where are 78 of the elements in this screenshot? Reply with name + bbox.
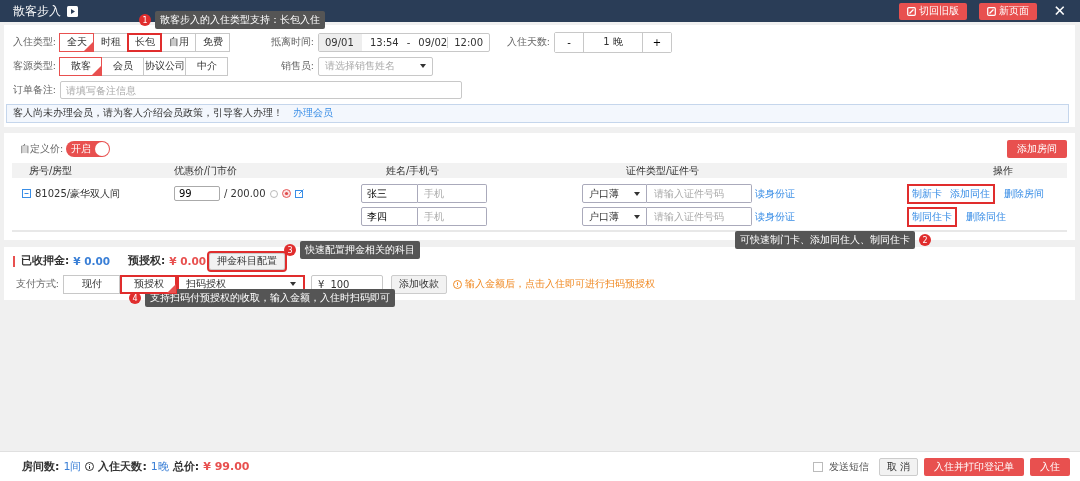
option-button[interactable]: 免费 bbox=[195, 32, 230, 52]
price-field[interactable]: 99 bbox=[174, 186, 220, 201]
deposit-config-button[interactable]: 押金科目配置 bbox=[209, 252, 286, 270]
payment-option[interactable]: 现付 bbox=[63, 274, 120, 294]
column-header: 证件类型/证件号 bbox=[625, 163, 701, 178]
play-icon[interactable] bbox=[67, 5, 78, 17]
option-button[interactable]: 散客 bbox=[59, 56, 102, 76]
remark-field[interactable]: 请填写备注信息 bbox=[60, 81, 462, 99]
payment-option[interactable]: 预授权 bbox=[120, 274, 177, 294]
option-button[interactable]: 全天 bbox=[59, 32, 94, 52]
window-title: 散客步入 bbox=[13, 2, 61, 20]
name-field[interactable]: 李四 bbox=[361, 207, 418, 226]
column-header: 房号/房型 bbox=[28, 163, 74, 178]
field-label: 客源类型: bbox=[11, 59, 57, 73]
option-button[interactable]: 中介 bbox=[185, 56, 228, 76]
toggle-switch[interactable]: 开启 bbox=[66, 141, 111, 157]
notice-text: 客人尚未办理会员，请为客人介绍会员政策，引导客人办理！ bbox=[13, 107, 283, 120]
name-field[interactable]: 张三 bbox=[361, 184, 418, 203]
sms-label: 发送短信 bbox=[828, 459, 869, 474]
id-number-field[interactable]: 请输入证件号码 bbox=[647, 207, 752, 226]
close-button[interactable]: ✕ bbox=[1049, 2, 1070, 20]
add-payment-button[interactable]: 添加收款 bbox=[391, 274, 447, 294]
field-label: 销售员: bbox=[279, 59, 315, 73]
warning-icon bbox=[453, 279, 462, 289]
room-count: 1间 bbox=[63, 459, 82, 474]
room-count-label: 房间数: bbox=[22, 459, 60, 474]
days-count: 1晚 bbox=[150, 459, 169, 474]
action-link[interactable]: 添加同住 bbox=[950, 186, 990, 201]
tooltip: 散客步入的入住类型支持：长包入住 bbox=[155, 11, 325, 29]
collapse-icon[interactable] bbox=[22, 189, 31, 198]
option-button[interactable]: 会员 bbox=[101, 56, 144, 76]
option-button[interactable]: 协议公司 bbox=[143, 56, 186, 76]
option-button[interactable]: 长包 bbox=[127, 32, 162, 52]
deposit-label: 已收押金: bbox=[21, 254, 70, 268]
header-button[interactable]: 新页面 bbox=[979, 2, 1038, 20]
column-header: 优惠价/门市价 bbox=[174, 163, 239, 178]
edit-icon[interactable] bbox=[294, 189, 304, 198]
header-button[interactable]: 切回旧版 bbox=[899, 2, 968, 20]
add-room-button[interactable]: 添加房间 bbox=[1007, 140, 1067, 158]
date-range-field[interactable]: 09/01 13:54 - 09/02 12:00 bbox=[318, 32, 490, 52]
info-icon bbox=[269, 189, 278, 198]
step-number: 3 bbox=[284, 244, 296, 256]
read-id-link[interactable]: 读身份证 bbox=[755, 186, 795, 201]
tooltip: 快速配置押金相关的科目 bbox=[300, 241, 420, 259]
switch-icon bbox=[907, 6, 917, 16]
deposit-amount: ¥ 0.00 bbox=[73, 255, 111, 267]
tooltip: 可快速制门卡、添加同住人、制同住卡 bbox=[735, 231, 915, 249]
action-link[interactable]: 制新卡 bbox=[912, 186, 942, 201]
action-link[interactable]: 删除同住 bbox=[966, 209, 1006, 224]
preauth-label: 预授权: bbox=[128, 254, 166, 268]
id-type-select[interactable]: 户口薄 bbox=[582, 207, 647, 226]
hint-text: 输入金额后，点击入住即可进行扫码预授权 bbox=[465, 277, 655, 291]
field-label: 抵离时间: bbox=[269, 35, 315, 49]
checkin-button[interactable]: 入住 bbox=[1030, 457, 1070, 476]
field-label: 支付方式: bbox=[14, 277, 60, 291]
field-label: 入住天数: bbox=[505, 35, 551, 49]
field-label: 订单备注: bbox=[11, 83, 57, 97]
column-header: 姓名/手机号 bbox=[385, 163, 441, 178]
info-icon bbox=[85, 462, 95, 471]
total-label: 总价: bbox=[172, 459, 200, 474]
id-type-select[interactable]: 户口薄 bbox=[582, 184, 647, 203]
field-label: 自定义价: bbox=[20, 142, 64, 156]
column-header: 操作 bbox=[992, 163, 1014, 178]
total-price: ¥ 99.00 bbox=[203, 460, 250, 473]
sms-checkbox[interactable] bbox=[812, 461, 823, 472]
action-link[interactable]: 删除房间 bbox=[1004, 186, 1044, 201]
read-id-link[interactable]: 读身份证 bbox=[755, 209, 795, 224]
room-name: 81025/豪华双人间 bbox=[35, 186, 121, 201]
print-checkin-button[interactable]: 入住并打印登记单 bbox=[924, 457, 1024, 476]
cancel-button[interactable]: 取 消 bbox=[878, 457, 918, 476]
days-label: 入住天数: bbox=[98, 459, 147, 474]
field-label: 入住类型: bbox=[11, 35, 57, 49]
list-price: / 200.00 bbox=[224, 188, 266, 199]
preauth-amount: ¥ 0.00 bbox=[169, 255, 207, 267]
phone-field[interactable]: 手机 bbox=[418, 184, 487, 203]
id-number-field[interactable]: 请输入证件号码 bbox=[647, 184, 752, 203]
phone-field[interactable]: 手机 bbox=[418, 207, 487, 226]
page-icon bbox=[987, 6, 997, 16]
